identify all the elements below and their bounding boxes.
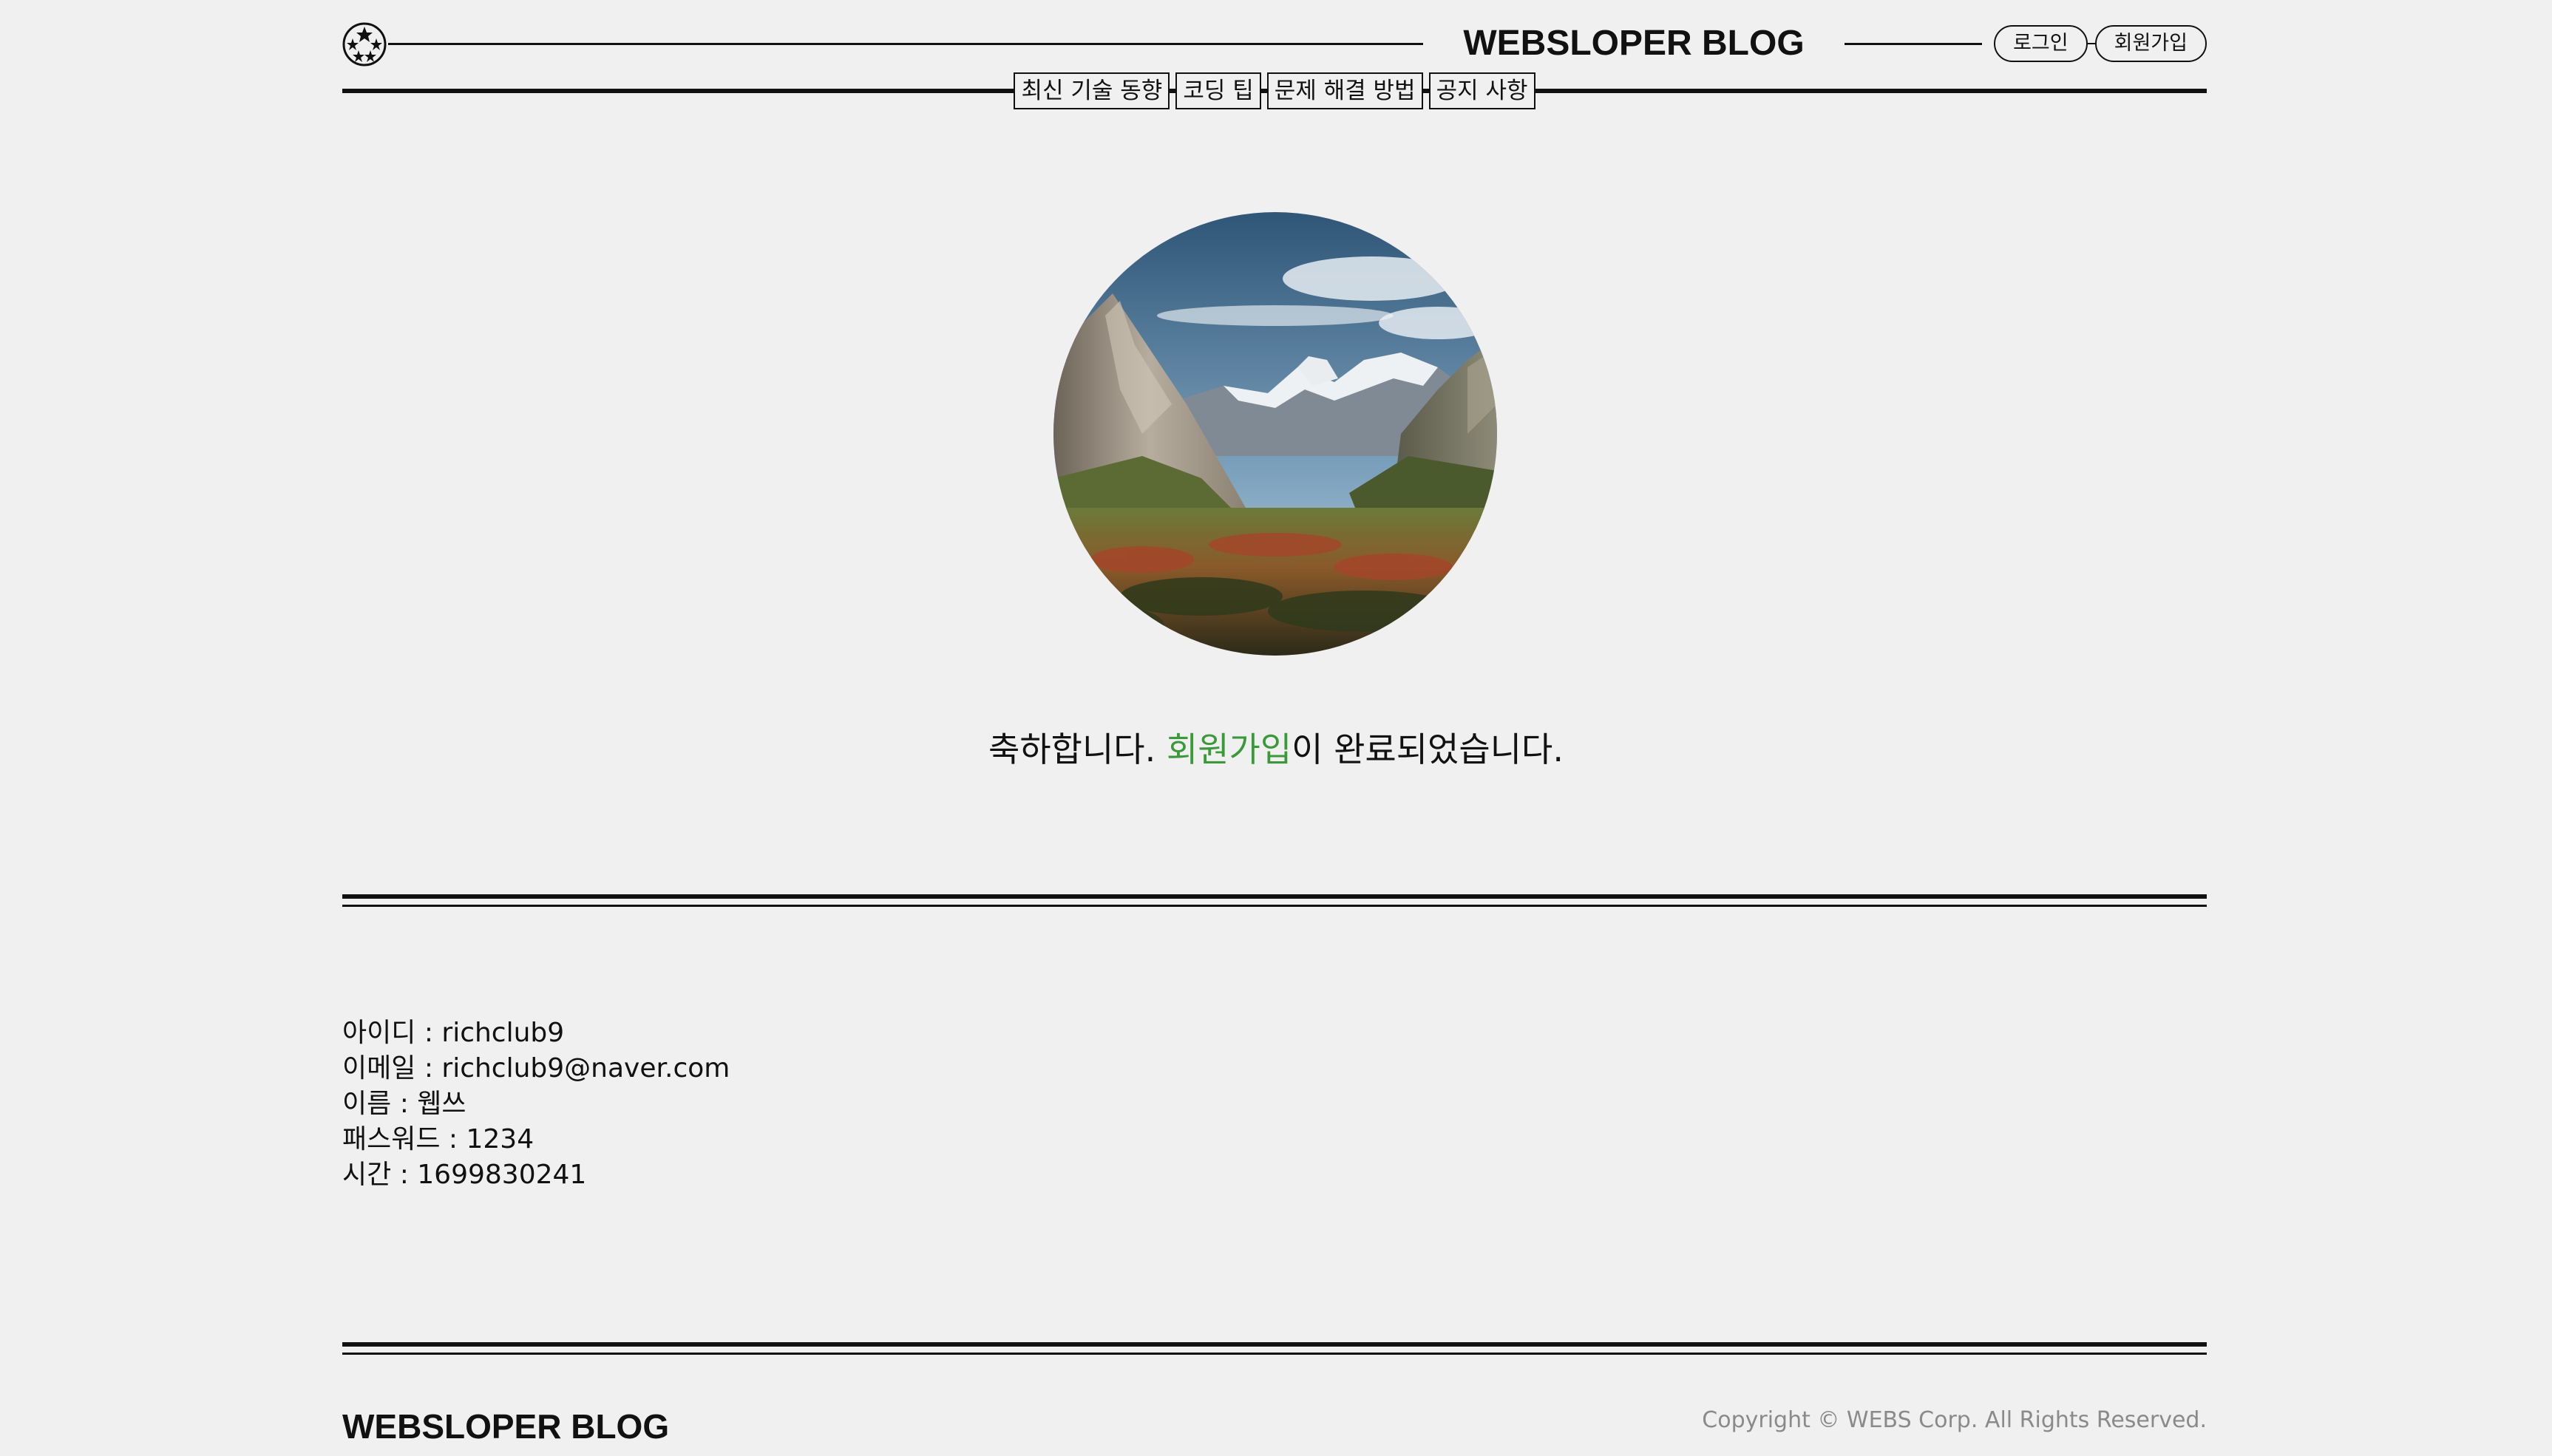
info-separator: :: [415, 1053, 442, 1084]
info-label: 시간: [342, 1160, 392, 1190]
nav-item-notices[interactable]: 공지 사항: [1428, 72, 1535, 109]
nav-item-troubleshooting[interactable]: 문제 해결 방법: [1266, 72, 1423, 109]
user-info-list: 아이디 : richclub9 이메일 : richclub9@naver.co…: [342, 1016, 730, 1193]
nav-item-tech-trends[interactable]: 최신 기술 동향: [1014, 72, 1170, 109]
nav-divider: [1422, 89, 1429, 93]
info-value: 1699830241: [417, 1160, 587, 1190]
info-value: 웹쓰: [417, 1089, 466, 1119]
info-value: richclub9@naver.com: [441, 1053, 730, 1084]
info-value: richclub9: [441, 1018, 565, 1048]
page: WEBSLOPER BLOG 로그인 회원가입 최신 기술 동향 코딩 팁 문제…: [0, 0, 2552, 1456]
message-suffix: 이 완료되었습니다.: [1292, 729, 1564, 769]
star-circle-icon[interactable]: [342, 22, 387, 67]
site-title[interactable]: WEBSLOPER BLOG: [1423, 21, 1845, 67]
message-prefix: 축하합니다.: [988, 729, 1167, 769]
info-label: 아이디: [342, 1018, 416, 1048]
info-label: 이메일: [342, 1053, 416, 1084]
message-highlight: 회원가입: [1166, 729, 1292, 769]
footer-divider: [342, 1342, 2207, 1355]
footer-title[interactable]: WEBSLOPER BLOG: [342, 1404, 669, 1449]
header-line-left: [388, 43, 1431, 45]
main-nav: 최신 기술 동향 코딩 팁 문제 해결 방법 공지 사항: [342, 72, 2207, 109]
info-separator: :: [391, 1160, 418, 1190]
info-label: 패스워드: [342, 1124, 441, 1154]
info-row-name: 이름 : 웹쓰: [342, 1086, 730, 1122]
auth-divider: [2087, 42, 2095, 45]
signup-button[interactable]: 회원가입: [2094, 25, 2207, 62]
nav-item-coding-tips[interactable]: 코딩 팁: [1175, 72, 1261, 109]
info-value: 1234: [466, 1124, 535, 1154]
auth-buttons: 로그인 회원가입: [1994, 25, 2207, 62]
copyright-text: Copyright © WEBS Corp. All Rights Reserv…: [1702, 1407, 2207, 1433]
info-separator: :: [415, 1018, 442, 1048]
info-row-time: 시간 : 1699830241: [342, 1157, 730, 1193]
info-separator: :: [391, 1089, 418, 1119]
info-row-id: 아이디 : richclub9: [342, 1016, 730, 1051]
site-header: WEBSLOPER BLOG 로그인 회원가입 최신 기술 동향 코딩 팁 문제…: [342, 18, 2207, 114]
nav-divider: [1170, 89, 1176, 93]
info-row-email: 이메일 : richclub9@naver.com: [342, 1051, 730, 1086]
section-divider: [342, 894, 2207, 907]
info-row-password: 패스워드 : 1234: [342, 1122, 730, 1157]
login-button[interactable]: 로그인: [1994, 25, 2088, 62]
nav-divider: [1260, 89, 1267, 93]
signup-complete-message: 축하합니다. 회원가입이 완료되었습니다.: [0, 726, 2552, 773]
info-separator: :: [440, 1124, 466, 1154]
hero-image: [1053, 212, 1497, 656]
info-label: 이름: [342, 1089, 392, 1119]
